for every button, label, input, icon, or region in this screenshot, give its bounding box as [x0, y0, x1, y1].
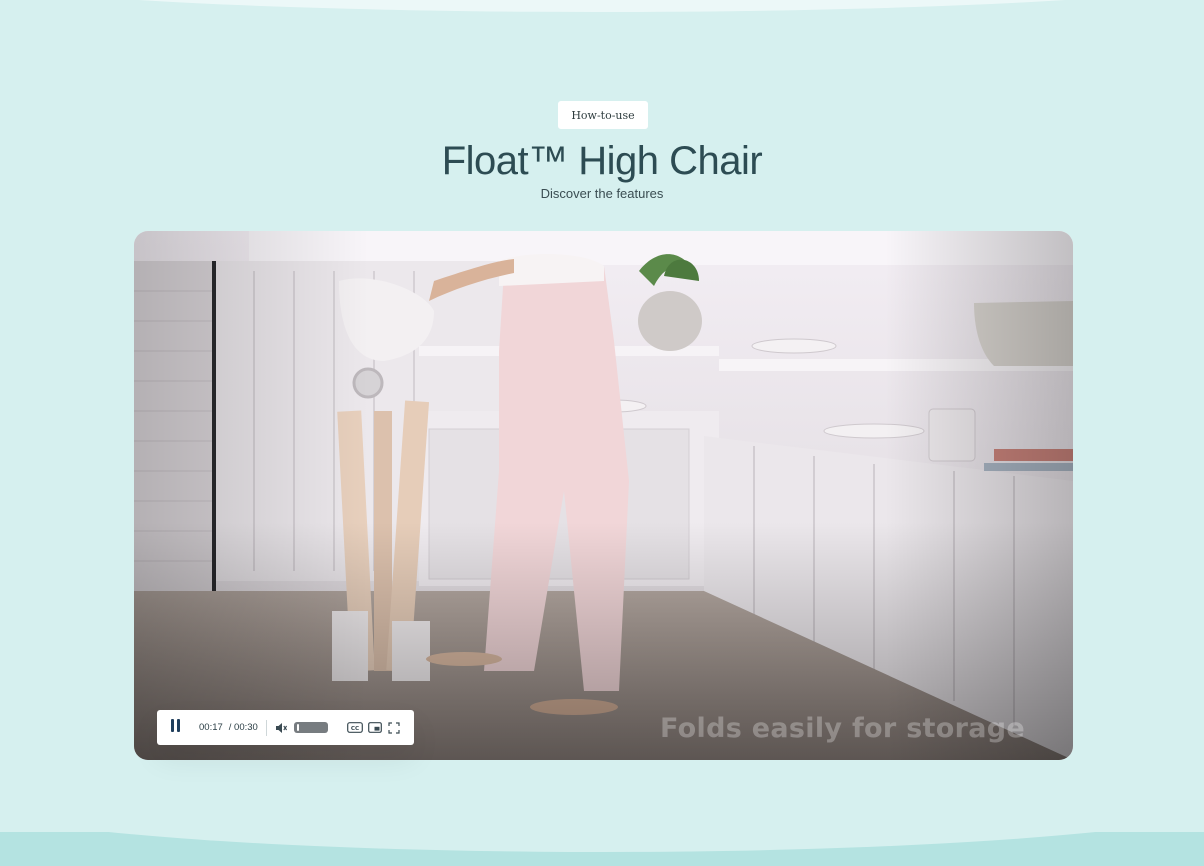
fullscreen-icon[interactable] — [388, 721, 400, 734]
bottom-wave-decoration — [0, 832, 1204, 866]
video-frame — [134, 231, 1073, 760]
current-time: 00:17 — [199, 722, 223, 733]
picture-in-picture-icon[interactable] — [367, 722, 382, 733]
pause-icon — [169, 718, 181, 737]
page-title: Float™ High Chair — [441, 139, 763, 183]
top-wave-decoration — [0, 0, 1204, 12]
duration: / 00:30 — [228, 722, 258, 733]
pause-button[interactable] — [159, 710, 191, 745]
closed-captions-icon[interactable]: CC — [346, 722, 363, 733]
speaker-muted-icon[interactable] — [274, 721, 288, 735]
how-to-use-tag: How-to-use — [558, 101, 648, 129]
video-controls: 00:17 / 00:30 CC — [157, 710, 414, 745]
video-caption: Folds easily for storage — [660, 713, 1025, 744]
video-player[interactable]: Folds easily for storage — [134, 231, 1073, 760]
controls-divider — [265, 719, 267, 736]
volume-slider[interactable] — [293, 722, 328, 733]
svg-text:CC: CC — [351, 726, 359, 732]
page-subtitle: Discover the features — [540, 186, 664, 201]
